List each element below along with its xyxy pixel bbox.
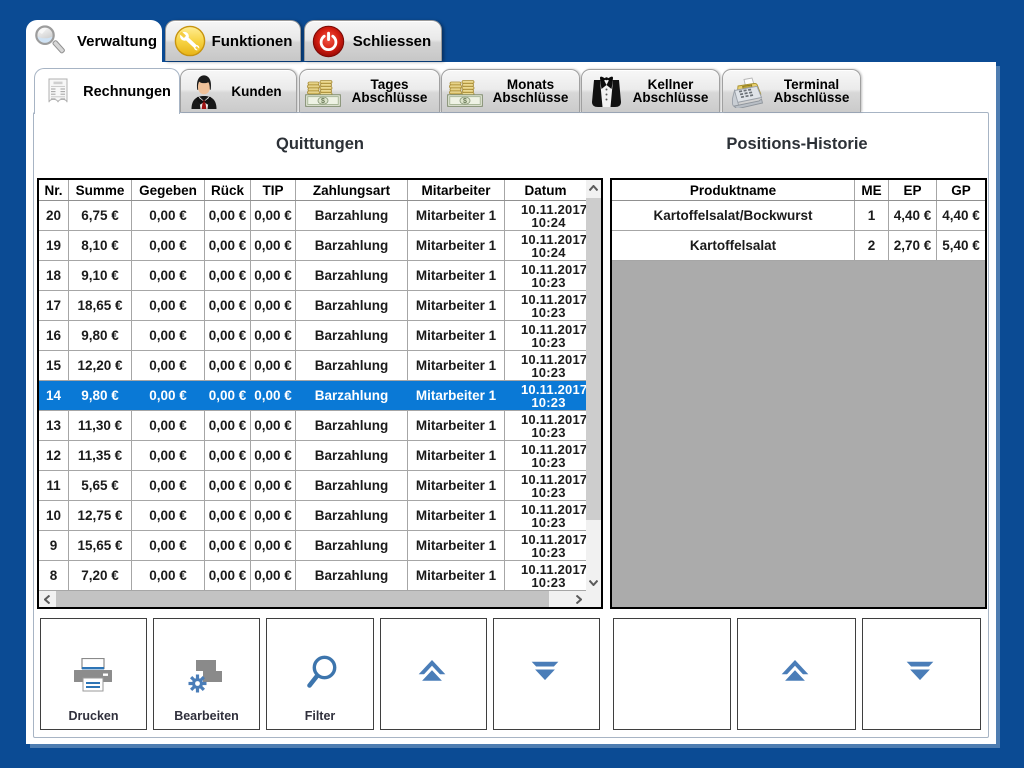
svg-text:$: $ (463, 98, 467, 105)
svg-text:$: $ (321, 98, 325, 105)
